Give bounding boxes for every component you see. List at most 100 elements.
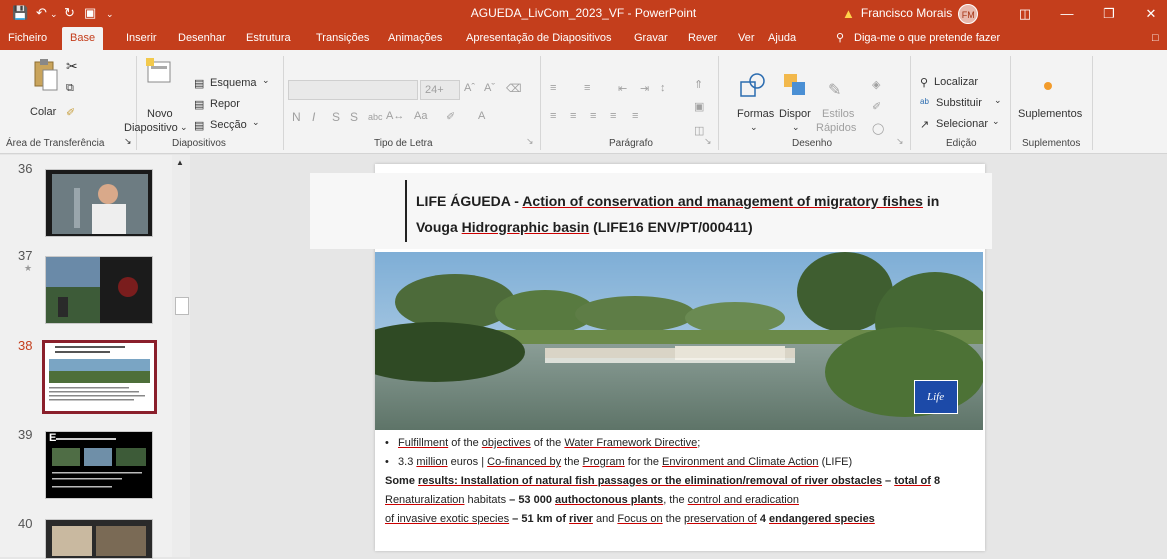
shapes-button[interactable]: Formas [737,108,774,120]
ribbon-display-icon[interactable]: ◫ [1005,0,1045,27]
justify-icon[interactable]: ≡ [610,110,616,122]
paste-button[interactable]: Colar [30,106,56,118]
tab-estrutura[interactable]: Estrutura [244,27,293,50]
columns-icon[interactable]: ≡ [632,110,638,122]
comments-icon[interactable]: □ [1150,27,1161,50]
underline-button[interactable]: S [332,110,340,124]
section-button[interactable]: Secção [210,119,247,131]
pane-splitter-handle[interactable] [175,297,189,315]
clipboard-launcher-icon[interactable]: ↘ [124,136,132,147]
quick-styles-icon[interactable]: ✎ [828,80,841,100]
cut-icon[interactable]: ✂ [66,58,78,75]
tab-base[interactable]: Base [62,27,104,50]
replace-icon[interactable]: ab [920,97,929,106]
paragraph-launcher-icon[interactable]: ↘ [704,136,712,147]
addins-icon[interactable] [1044,82,1052,90]
tab-inserir[interactable]: Inserir [124,27,159,50]
smartart-icon[interactable]: ◫ [694,124,704,137]
decrease-font-icon[interactable]: Aˇ [484,82,495,94]
slide-title[interactable]: LIFE ÁGUEDA - Action of conservation and… [416,188,976,240]
arrange-dropdown-icon[interactable]: ⌄ [792,122,800,133]
find-button[interactable]: Localizar [934,76,978,88]
select-button[interactable]: Selecionar [936,118,988,130]
paste-icon[interactable] [32,58,58,94]
addins-button[interactable]: Suplementos [1018,108,1082,120]
restore-icon[interactable]: ❐ [1089,0,1129,27]
reset-button[interactable]: Repor [210,98,240,110]
river-photo[interactable]: Life [375,252,983,430]
tab-gravar[interactable]: Gravar [632,27,670,50]
increase-font-icon[interactable]: Aˆ [464,82,475,94]
highlight-icon[interactable]: ✐ [446,110,455,123]
line-spacing-icon[interactable]: ↕ [660,82,666,94]
replace-button[interactable]: Substituir [936,97,982,109]
text-direction-icon[interactable]: ⇑ [694,78,703,91]
section-icon[interactable]: ▤ [194,119,204,132]
tell-me-search[interactable]: Diga-me o que pretende fazer [852,27,1002,50]
avatar[interactable]: FM [958,3,979,24]
font-color-icon[interactable]: A [478,110,485,122]
thumbnail-slide-40[interactable] [45,519,153,559]
strikethrough-icon[interactable]: abc [368,112,383,122]
slide-thumbnail-pane[interactable]: 36 37 ★ 38 39 E 40 [0,155,172,559]
minimize-icon[interactable]: — [1047,0,1087,27]
tab-ajuda[interactable]: Ajuda [766,27,798,50]
shape-effects-icon[interactable]: ◯ [872,122,884,135]
new-slide-icon[interactable] [146,58,174,86]
align-center-icon[interactable]: ≡ [570,110,576,122]
new-slide-dropdown-icon[interactable]: ⌄ [180,122,188,133]
thumbnail-slide-37[interactable] [45,256,153,324]
tab-ver[interactable]: Ver [736,27,757,50]
quick-styles-label-2[interactable]: Rápidos [816,122,856,134]
increase-indent-icon[interactable]: ⇥ [640,82,649,95]
section-dropdown-icon[interactable]: ⌄ [252,117,260,128]
shadow-button[interactable]: S [350,110,358,124]
tab-ficheiro[interactable]: Ficheiro [6,27,49,50]
close-icon[interactable]: ✕ [1131,0,1167,27]
font-family-select[interactable] [288,80,418,100]
new-slide-label-2[interactable]: Diapositivo [124,122,178,134]
character-spacing-icon[interactable]: A↔ [386,110,404,122]
replace-dropdown-icon[interactable]: ⌄ [994,95,1002,106]
find-icon[interactable]: ⚲ [920,76,928,89]
select-dropdown-icon[interactable]: ⌄ [992,116,1000,127]
new-slide-label-1[interactable]: Novo [147,108,173,120]
drawing-launcher-icon[interactable]: ↘ [896,136,904,147]
tab-rever[interactable]: Rever [686,27,719,50]
reset-icon[interactable]: ▤ [194,98,204,111]
clear-formatting-icon[interactable]: ⌫ [506,82,522,95]
shape-outline-icon[interactable]: ✐ [872,100,881,113]
change-case-icon[interactable]: Aa [414,110,427,122]
thumbnail-scrollbar[interactable]: ▲ [172,155,190,557]
decrease-indent-icon[interactable]: ⇤ [618,82,627,95]
tab-transicoes[interactable]: Transições [314,27,371,50]
tab-apresentacao[interactable]: Apresentação de Diapositivos [464,27,614,50]
font-size-select[interactable]: 24+ [420,80,460,100]
align-left-icon[interactable]: ≡ [550,110,556,122]
arrange-icon[interactable] [782,72,808,98]
quick-styles-label-1[interactable]: Estilos [822,108,854,120]
align-text-icon[interactable]: ▣ [694,100,704,113]
select-icon[interactable]: ↗ [920,118,929,131]
arrange-button[interactable]: Dispor [779,108,811,120]
thumbnail-slide-38-selected[interactable] [42,340,157,414]
thumbnail-slide-36[interactable] [45,169,153,237]
layout-dropdown-icon[interactable]: ⌄ [262,75,270,86]
shapes-dropdown-icon[interactable]: ⌄ [750,122,758,133]
bullets-icon[interactable]: ≡ [550,82,556,94]
tab-animacoes[interactable]: Animações [386,27,444,50]
layout-button[interactable]: Esquema [210,77,256,89]
numbering-icon[interactable]: ≡ [584,82,590,94]
italic-button[interactable]: I [312,110,315,124]
align-right-icon[interactable]: ≡ [590,110,596,122]
shapes-icon[interactable] [740,72,766,98]
thumbnail-slide-39[interactable]: E [45,431,153,499]
tab-desenhar[interactable]: Desenhar [176,27,228,50]
account-area[interactable]: ▲ Francisco Morais FM [842,0,979,27]
scroll-up-icon[interactable]: ▲ [176,158,184,167]
slide-body-text[interactable]: • Fulfillment of the objectives of the W… [385,434,997,529]
font-launcher-icon[interactable]: ↘ [526,136,534,147]
copy-icon[interactable]: ⧉ [66,82,74,95]
bold-button[interactable]: N [292,110,301,124]
shape-fill-icon[interactable]: ◈ [872,78,880,91]
